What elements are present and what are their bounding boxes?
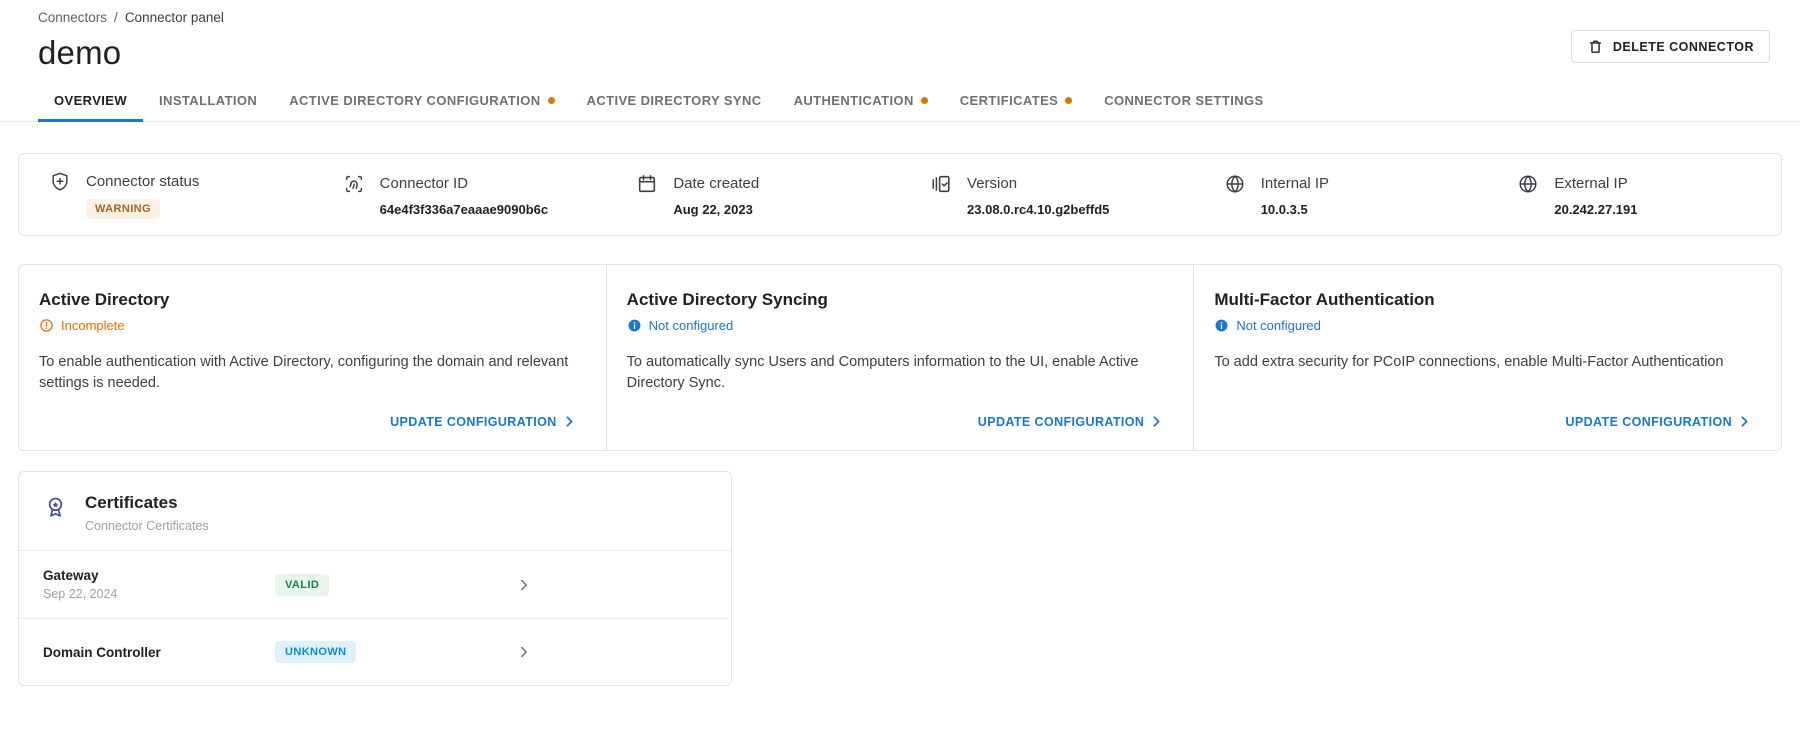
version-value: 23.08.0.rc4.10.g2beffd5 [967,201,1110,217]
breadcrumb-connectors-link[interactable]: Connectors [38,10,107,25]
chevron-right-icon [1148,413,1165,430]
info-label: Date created [673,174,760,192]
shield-plus-icon [49,171,71,193]
chevron-right-icon [561,413,578,430]
tab-installation[interactable]: INSTALLATION [143,89,273,121]
internal-ip-value: 10.0.3.5 [1260,201,1308,217]
breadcrumb-separator: / [114,10,118,25]
info-internal-ip: Internal IP 10.0.3.5 [1194,173,1488,217]
tab-certificates-label: CERTIFICATES [959,93,1059,108]
card-status-label: Incomplete [61,318,125,333]
info-circle-icon [1214,318,1229,333]
info-label: Connector status [86,172,200,190]
page-title: demo [38,34,122,71]
date-created-value: Aug 22, 2023 [673,201,753,217]
card-title: Multi-Factor Authentication [1214,290,1435,309]
page-header: Connectors / Connector panel demo DELETE… [0,0,1800,72]
globe-icon [1517,173,1539,195]
tab-active-directory-sync-label: ACTIVE DIRECTORY SYNC [586,93,762,108]
card-multi-factor-authentication: Multi-Factor Authentication Not configur… [1193,265,1781,450]
update-configuration-label: UPDATE CONFIGURATION [390,414,557,429]
main-content: Connector status WARNING Connector ID 64… [0,153,1800,686]
info-label: External IP [1554,174,1628,192]
info-version: Version 23.08.0.rc4.10.g2beffd5 [900,173,1194,217]
tab-bar: OVERVIEW INSTALLATION ACTIVE DIRECTORY C… [0,89,1800,122]
certificate-award-icon [43,495,68,520]
tab-active-directory-configuration[interactable]: ACTIVE DIRECTORY CONFIGURATION [273,89,570,121]
status-cards-row: Active Directory Incomplete To enable au… [18,264,1782,451]
info-external-ip: External IP 20.242.27.191 [1487,173,1781,217]
tab-authentication[interactable]: AUTHENTICATION [778,89,944,121]
notification-dot-icon [1065,97,1073,104]
tab-connector-settings[interactable]: CONNECTOR SETTINGS [1088,89,1279,121]
notification-dot-icon [920,97,928,104]
chevron-right-icon [515,643,533,661]
fingerprint-scan-icon [343,173,365,195]
card-title: Active Directory [39,290,170,309]
card-title: Active Directory Syncing [626,290,828,309]
calendar-icon [636,173,658,195]
tab-overview-label: OVERVIEW [54,93,128,108]
certificate-expiry-date: Sep 22, 2024 [43,587,118,601]
info-connector-id: Connector ID 64e4f3f336a7eaaae9090b6c [313,173,607,217]
breadcrumb-current-page: Connector panel [124,10,224,25]
card-description: To add extra security for PCoIP connecti… [1214,354,1724,370]
connector-info-bar: Connector status WARNING Connector ID 64… [18,153,1782,236]
external-ip-value: 20.242.27.191 [1554,201,1638,217]
card-status-label: Not configured [648,318,734,333]
certificates-subtitle: Connector Certificates [85,519,209,533]
certificate-status-badge: VALID [275,573,330,596]
trash-icon [1587,38,1604,55]
tab-authentication-label: AUTHENTICATION [793,93,914,108]
info-label: Internal IP [1260,174,1330,192]
notification-dot-icon [547,97,555,104]
info-label: Connector ID [379,174,469,192]
certificate-row-domain-controller[interactable]: Domain Controller UNKNOWN [19,618,731,685]
info-connector-status: Connector status WARNING [19,171,313,219]
tab-installation-label: INSTALLATION [159,93,258,108]
certificates-title: Certificates [85,493,178,512]
card-status: Not configured [1214,318,1753,333]
certificates-card: Certificates Connector Certificates Gate… [18,471,732,686]
update-configuration-link[interactable]: UPDATE CONFIGURATION [978,413,1166,430]
certificate-status-badge: UNKNOWN [275,641,357,663]
update-configuration-label: UPDATE CONFIGURATION [1565,414,1733,429]
version-icon [930,173,952,195]
certificate-name: Gateway [43,568,99,583]
update-configuration-label: UPDATE CONFIGURATION [977,414,1145,429]
tab-overview[interactable]: OVERVIEW [38,89,144,122]
tab-active-directory-configuration-label: ACTIVE DIRECTORY CONFIGURATION [289,93,541,108]
connector-id-value: 64e4f3f336a7eaaae9090b6c [379,201,549,217]
globe-icon [1224,173,1246,195]
card-description: To enable authentication with Active Dir… [39,354,569,392]
info-label: Version [967,174,1018,192]
card-active-directory-syncing: Active Directory Syncing Not configured … [605,265,1194,450]
update-configuration-link[interactable]: UPDATE CONFIGURATION [390,413,578,430]
certificate-row-gateway[interactable]: Gateway Sep 22, 2024 VALID [19,551,731,618]
certificates-header: Certificates Connector Certificates [19,472,731,551]
connector-status-badge: WARNING [86,198,160,219]
certificate-name: Domain Controller [43,644,161,660]
card-status: Not configured [627,318,1166,333]
delete-connector-label: DELETE CONNECTOR [1612,39,1754,54]
tab-connector-settings-label: CONNECTOR SETTINGS [1104,93,1264,108]
update-configuration-link[interactable]: UPDATE CONFIGURATION [1565,413,1753,430]
chevron-right-icon [515,576,533,594]
chevron-right-icon [1736,413,1753,430]
warning-circle-icon [39,318,54,333]
card-status: Incomplete [39,318,578,333]
tab-active-directory-sync[interactable]: ACTIVE DIRECTORY SYNC [571,89,778,121]
card-status-label: Not configured [1236,318,1321,333]
info-date-created: Date created Aug 22, 2023 [606,173,900,217]
tab-certificates[interactable]: CERTIFICATES [944,89,1088,121]
card-active-directory: Active Directory Incomplete To enable au… [19,265,606,450]
info-circle-icon [627,318,642,333]
breadcrumb: Connectors / Connector panel [38,10,1770,25]
delete-connector-button[interactable]: DELETE CONNECTOR [1570,30,1770,63]
card-description: To automatically sync Users and Computer… [626,354,1139,392]
